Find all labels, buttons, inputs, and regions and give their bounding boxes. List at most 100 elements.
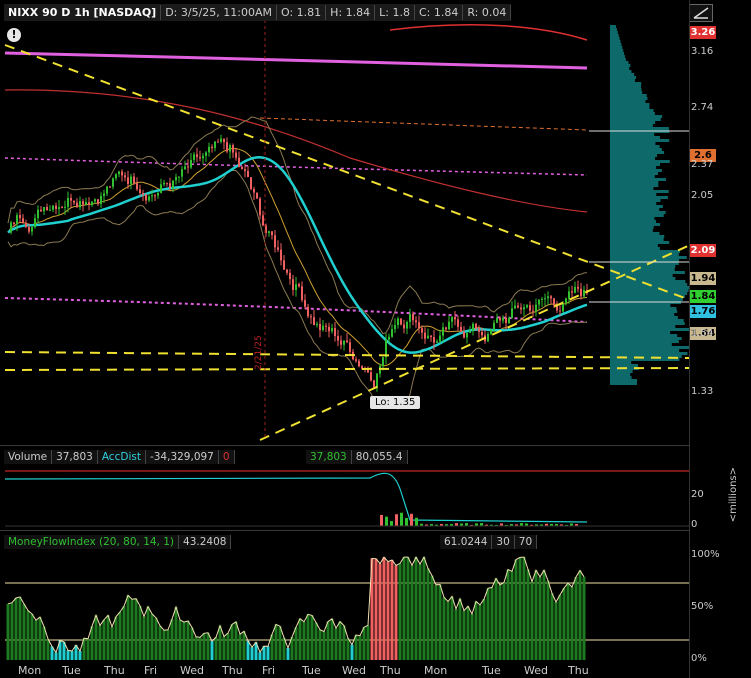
mfi-bar (70, 651, 74, 660)
mfi-bar (6, 603, 10, 660)
volume-profile-bar (610, 361, 632, 364)
day-label: Thu (222, 664, 243, 677)
mfi-bar (542, 570, 546, 660)
volume-profile-bar (610, 49, 624, 52)
candle-body (475, 323, 477, 329)
mfi-bar (138, 605, 142, 660)
volume-profile-bar (610, 370, 633, 373)
volume-profile-bar (610, 163, 661, 166)
candle-body (403, 324, 405, 329)
candle-body (331, 328, 333, 332)
symbol-label[interactable]: NIXX 90 D 1h [NASDAQ] (4, 5, 162, 20)
price-tag: 1.84 (690, 290, 716, 304)
volume-title[interactable]: Volume (4, 450, 53, 464)
candle-body (433, 337, 435, 343)
candle-body (463, 331, 465, 338)
candle-body (406, 321, 408, 329)
candle-body (286, 269, 288, 273)
candle-body (328, 326, 330, 332)
volume-bar (400, 512, 403, 526)
volume-profile-bar (610, 319, 684, 322)
price-tick: 3.16 (691, 46, 714, 57)
candle-body (562, 303, 564, 312)
price-chart[interactable] (0, 0, 690, 678)
candle-body (427, 335, 429, 339)
candle-body (100, 195, 102, 205)
mfi-bar (38, 617, 42, 660)
candle-body (289, 272, 291, 280)
mfi-bar (42, 626, 46, 660)
mfi-bar (222, 636, 226, 660)
volume-profile-bar (610, 196, 668, 199)
ma-line (4, 51, 588, 70)
candle-body (28, 227, 30, 232)
volume-profile-bar (610, 34, 619, 37)
mfi-bar (558, 594, 562, 660)
ma-line (389, 24, 588, 41)
candle-body (55, 205, 57, 209)
candle-body (103, 193, 105, 196)
candle-body (94, 199, 96, 202)
alert-icon[interactable]: ! (7, 28, 21, 42)
day-label: Fri (262, 664, 276, 677)
mfi-title[interactable]: MoneyFlowIndex (20, 80, 14, 1) (4, 535, 180, 549)
candle-body (250, 177, 252, 189)
volume-profile-bar (610, 103, 650, 106)
candle-body (322, 325, 324, 331)
candle-body (40, 209, 42, 212)
volume-profile-bar (610, 58, 626, 61)
volume-extra: 37,803 80,055.4 (306, 450, 408, 464)
mfi-bar (206, 632, 210, 660)
candle-body (283, 260, 285, 270)
drawing-tool-icon[interactable] (689, 4, 713, 22)
volume-profile-bar (610, 121, 656, 124)
mfi-bar (374, 558, 378, 660)
volume-profile-bar (610, 247, 660, 250)
mfi-bar (242, 631, 246, 660)
mfi-bar (546, 580, 550, 660)
mfi-bar (474, 601, 478, 660)
high-readout: H: 1.84 (326, 5, 376, 20)
mfi-bar (506, 569, 510, 660)
day-label: Wed (180, 664, 204, 677)
volume-profile-bar (610, 241, 670, 244)
mfi-scale-100: 100% (691, 549, 720, 560)
candle-body (130, 176, 132, 184)
candle-body (412, 313, 414, 321)
candle-body (58, 207, 60, 209)
mfi-bar (266, 646, 270, 660)
volume-profile-bar (610, 139, 670, 142)
mfi-bar (550, 593, 554, 660)
candle-body (172, 180, 174, 189)
candle-body (346, 340, 348, 343)
candle-body (574, 286, 576, 293)
mfi-bar (102, 619, 106, 660)
candle-body (208, 146, 210, 153)
mfi-bar (570, 586, 574, 660)
candle-body (109, 186, 111, 188)
candle-body (88, 202, 90, 206)
mfi-value-3: 30 (492, 535, 515, 549)
mfi-bar (362, 627, 366, 660)
volume-profile-bar (610, 67, 630, 70)
volume-bar (380, 514, 383, 526)
mfi-bar (510, 571, 514, 660)
volume-profile-bar (610, 328, 690, 331)
accdist-title[interactable]: AccDist (97, 450, 146, 464)
mfi-bar (466, 606, 470, 660)
mfi-bar (118, 612, 122, 660)
day-label: Thu (568, 664, 589, 677)
mfi-bar (554, 601, 558, 660)
open-readout: O: 1.81 (277, 5, 327, 20)
chart-window[interactable]: NIXX 90 D 1h [NASDAQ] D: 3/5/25, 11:00AM… (0, 0, 751, 678)
candle-body (451, 317, 453, 322)
candle-body (49, 209, 51, 211)
mfi-bar (202, 633, 206, 660)
volume-profile-bar (610, 31, 618, 34)
mfi-scale-50: 50% (691, 601, 714, 612)
mfi-bar (22, 603, 26, 660)
volume-profile-bar (610, 115, 663, 118)
candle-body (271, 231, 273, 236)
mfi-header: MoneyFlowIndex (20, 80, 14, 1) 43.2408 (4, 535, 232, 549)
ma-line (7, 148, 588, 367)
